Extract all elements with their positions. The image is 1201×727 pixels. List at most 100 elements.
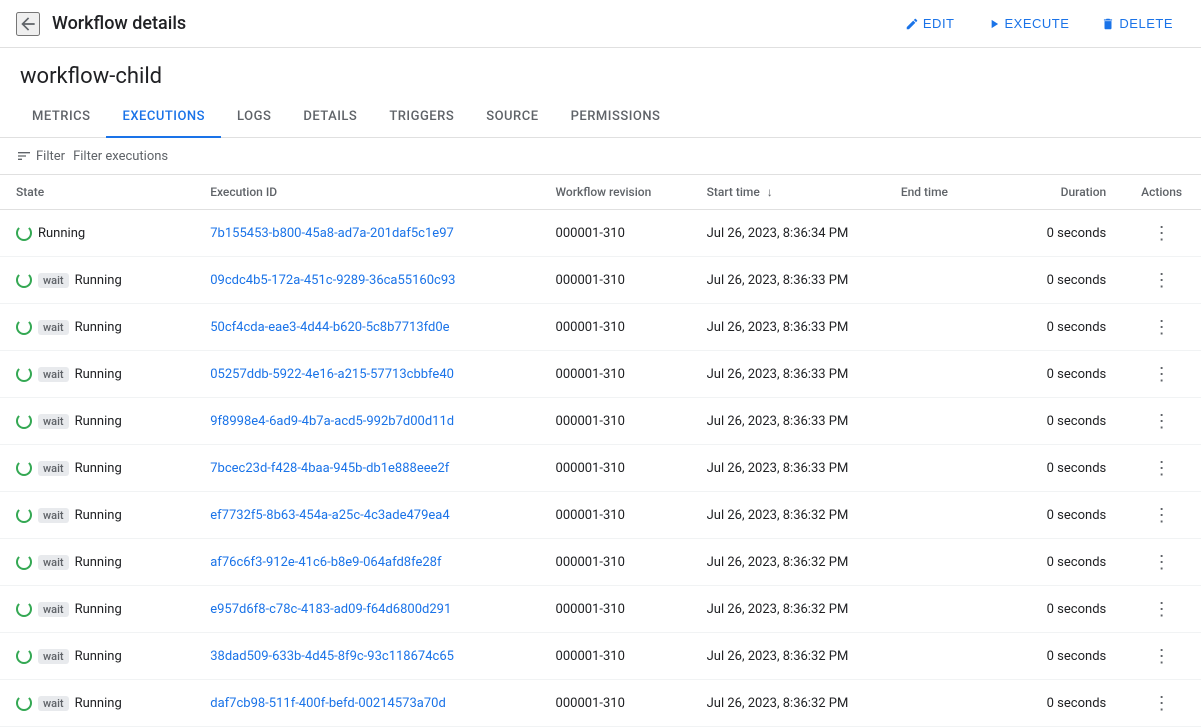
end-time-cell <box>885 492 1014 539</box>
execution-id-cell: 50cf4cda-eae3-4d44-b620-5c8b7713fd0e <box>194 304 539 351</box>
duration-cell: 0 seconds <box>1014 257 1122 304</box>
table-row: waitRunningaf76c6f3-912e-41c6-b8e9-064af… <box>0 539 1201 586</box>
state-cell: waitRunning <box>0 680 194 727</box>
running-spinner <box>16 507 32 523</box>
duration-cell: 0 seconds <box>1014 680 1122 727</box>
revision-cell: 000001-310 <box>540 539 691 586</box>
state-cell: waitRunning <box>0 445 194 492</box>
start-time-cell: Jul 26, 2023, 8:36:33 PM <box>691 445 885 492</box>
tab-executions[interactable]: EXECUTIONS <box>106 97 221 138</box>
wait-badge: wait <box>38 602 69 617</box>
actions-cell: ⋮ <box>1122 586 1201 633</box>
revision-cell: 000001-310 <box>540 680 691 727</box>
revision-cell: 000001-310 <box>540 304 691 351</box>
execution-id-link[interactable]: 09cdc4b5-172a-451c-9289-36ca55160c93 <box>210 273 455 288</box>
start-time-cell: Jul 26, 2023, 8:36:32 PM <box>691 633 885 680</box>
state-text: Running <box>38 226 85 241</box>
execution-id-link[interactable]: 9f8998e4-6ad9-4b7a-acd5-992b7d00d11d <box>210 414 454 429</box>
row-actions-button[interactable]: ⋮ <box>1149 220 1175 246</box>
table-row: waitRunning 7bcec23d-f428-4baa-945b-db1e8… <box>0 445 1201 492</box>
row-actions-button[interactable]: ⋮ <box>1149 549 1175 575</box>
header-actions: EDIT EXECUTE DELETE <box>893 10 1185 37</box>
col-header-start-time[interactable]: Start time ↓ <box>691 175 885 210</box>
back-button[interactable] <box>16 12 40 36</box>
duration-cell: 0 seconds <box>1014 633 1122 680</box>
page-title: Workflow details <box>52 13 881 34</box>
filter-button[interactable]: Filter <box>16 148 65 164</box>
col-header-state: State <box>0 175 194 210</box>
tab-permissions[interactable]: PERMISSIONS <box>555 97 677 138</box>
execution-id-link[interactable]: af76c6f3-912e-41c6-b8e9-064afd8fe28f <box>210 555 441 570</box>
running-spinner <box>16 366 32 382</box>
tab-details[interactable]: DETAILS <box>287 97 373 138</box>
actions-cell: ⋮ <box>1122 492 1201 539</box>
row-actions-button[interactable]: ⋮ <box>1149 408 1175 434</box>
start-time-cell: Jul 26, 2023, 8:36:32 PM <box>691 586 885 633</box>
tab-source[interactable]: SOURCE <box>470 97 554 138</box>
actions-cell: ⋮ <box>1122 351 1201 398</box>
execution-id-cell: 9f8998e4-6ad9-4b7a-acd5-992b7d00d11d <box>194 398 539 445</box>
revision-cell: 000001-310 <box>540 445 691 492</box>
row-actions-button[interactable]: ⋮ <box>1149 314 1175 340</box>
running-spinner <box>16 413 32 429</box>
execution-id-link[interactable]: ef7732f5-8b63-454a-a25c-4c3ade479ea4 <box>210 508 449 523</box>
col-header-duration: Duration <box>1014 175 1122 210</box>
execution-id-link[interactable]: daf7cb98-511f-400f-befd-00214573a70d <box>210 696 446 711</box>
row-actions-button[interactable]: ⋮ <box>1149 502 1175 528</box>
end-time-cell <box>885 539 1014 586</box>
execution-id-cell: 38dad509-633b-4d45-8f9c-93c118674c65 <box>194 633 539 680</box>
duration-cell: 0 seconds <box>1014 304 1122 351</box>
row-actions-button[interactable]: ⋮ <box>1149 455 1175 481</box>
state-text: Running <box>75 461 122 476</box>
start-time-cell: Jul 26, 2023, 8:36:32 PM <box>691 492 885 539</box>
execute-button[interactable]: EXECUTE <box>975 10 1082 37</box>
revision-cell: 000001-310 <box>540 257 691 304</box>
state-cell: Running <box>0 210 194 257</box>
execution-id-link[interactable]: e957d6f8-c78c-4183-ad09-f64d6800d291 <box>210 602 451 617</box>
revision-cell: 000001-310 <box>540 210 691 257</box>
running-spinner <box>16 648 32 664</box>
state-cell: waitRunning <box>0 633 194 680</box>
execution-id-cell: e957d6f8-c78c-4183-ad09-f64d6800d291 <box>194 586 539 633</box>
execution-id-cell: 7bcec23d-f428-4baa-945b-db1e888eee2f <box>194 445 539 492</box>
duration-cell: 0 seconds <box>1014 398 1122 445</box>
tab-triggers[interactable]: TRIGGERS <box>373 97 470 138</box>
state-cell: waitRunning <box>0 304 194 351</box>
revision-cell: 000001-310 <box>540 492 691 539</box>
start-time-cell: Jul 26, 2023, 8:36:34 PM <box>691 210 885 257</box>
execution-id-link[interactable]: 50cf4cda-eae3-4d44-b620-5c8b7713fd0e <box>210 320 449 335</box>
execution-id-link[interactable]: 7b155453-b800-45a8-ad7a-201daf5c1e97 <box>210 226 454 241</box>
wait-badge: wait <box>38 320 69 335</box>
row-actions-button[interactable]: ⋮ <box>1149 690 1175 716</box>
row-actions-button[interactable]: ⋮ <box>1149 643 1175 669</box>
end-time-cell <box>885 633 1014 680</box>
revision-cell: 000001-310 <box>540 633 691 680</box>
wait-badge: wait <box>38 649 69 664</box>
wait-badge: wait <box>38 414 69 429</box>
filter-label: Filter <box>36 149 65 164</box>
end-time-cell <box>885 398 1014 445</box>
execution-id-cell: ef7732f5-8b63-454a-a25c-4c3ade479ea4 <box>194 492 539 539</box>
delete-button[interactable]: DELETE <box>1089 10 1185 37</box>
actions-cell: ⋮ <box>1122 210 1201 257</box>
running-spinner <box>16 695 32 711</box>
duration-cell: 0 seconds <box>1014 210 1122 257</box>
wait-badge: wait <box>38 367 69 382</box>
duration-cell: 0 seconds <box>1014 351 1122 398</box>
row-actions-button[interactable]: ⋮ <box>1149 596 1175 622</box>
execution-id-link[interactable]: 38dad509-633b-4d45-8f9c-93c118674c65 <box>210 649 454 664</box>
execution-id-link[interactable]: 05257ddb-5922-4e16-a215-57713cbbfe40 <box>210 367 454 382</box>
edit-button[interactable]: EDIT <box>893 10 967 37</box>
running-spinner <box>16 601 32 617</box>
tab-logs[interactable]: LOGS <box>221 97 287 138</box>
revision-cell: 000001-310 <box>540 398 691 445</box>
execution-id-cell: 7b155453-b800-45a8-ad7a-201daf5c1e97 <box>194 210 539 257</box>
col-header-execution-id: Execution ID <box>194 175 539 210</box>
execution-id-link[interactable]: 7bcec23d-f428-4baa-945b-db1e888eee2f <box>210 461 449 476</box>
tab-metrics[interactable]: METRICS <box>16 97 106 138</box>
end-time-cell <box>885 210 1014 257</box>
row-actions-button[interactable]: ⋮ <box>1149 361 1175 387</box>
end-time-cell <box>885 680 1014 727</box>
state-text: Running <box>75 508 122 523</box>
row-actions-button[interactable]: ⋮ <box>1149 267 1175 293</box>
